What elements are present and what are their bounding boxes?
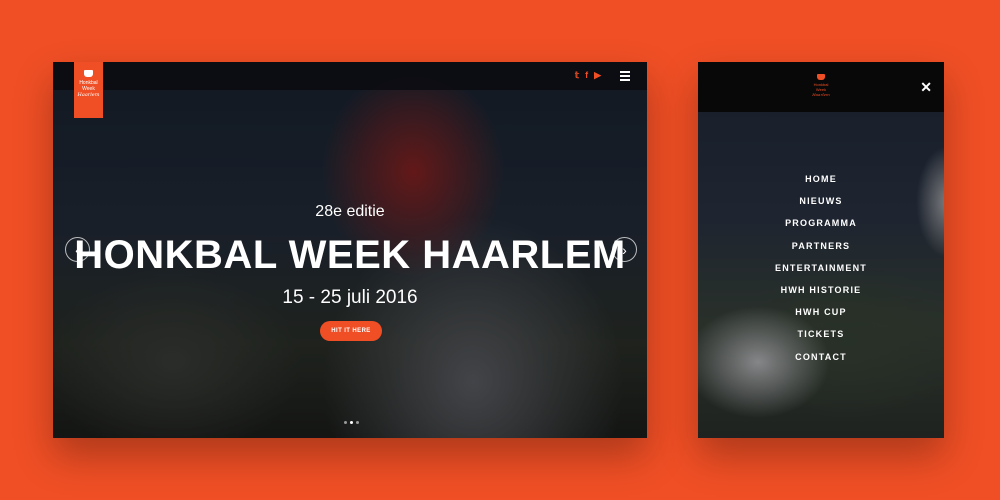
- hero-title: HONKBAL WEEK HAARLEM: [74, 233, 626, 277]
- logo-icon: [817, 74, 825, 80]
- mobile-logo[interactable]: Honkbal Week Haarlem: [808, 74, 834, 97]
- menu-bar: [620, 71, 630, 73]
- mobile-mockup: Honkbal Week Haarlem ✕ HOME NIEUWS PROGR…: [698, 62, 944, 438]
- desktop-header: [53, 62, 647, 90]
- social-links: 𝕥 f ▶: [575, 70, 601, 80]
- logo-line-3: Haarlem: [77, 92, 100, 98]
- nav-item-contact[interactable]: CONTACT: [698, 350, 944, 372]
- nav-item-nieuws[interactable]: NIEUWS: [698, 194, 944, 216]
- nav-item-hwh-cup[interactable]: HWH CUP: [698, 305, 944, 327]
- facebook-icon[interactable]: f: [585, 70, 588, 80]
- youtube-icon[interactable]: ▶: [594, 70, 601, 80]
- nav-item-home[interactable]: HOME: [698, 172, 944, 194]
- menu-bar: [620, 75, 630, 77]
- nav-item-entertainment[interactable]: ENTERTAINMENT: [698, 261, 944, 283]
- nav-item-hwh-historie[interactable]: HWH HISTORIE: [698, 283, 944, 305]
- logo-line-3: Haarlem: [812, 92, 830, 97]
- slider-dot[interactable]: [356, 421, 359, 424]
- slider-dot[interactable]: [344, 421, 347, 424]
- twitter-icon[interactable]: 𝕥: [575, 70, 579, 80]
- logo-icon: [84, 70, 93, 77]
- close-icon[interactable]: ✕: [920, 80, 932, 94]
- hamburger-menu-icon[interactable]: [620, 71, 630, 83]
- desktop-mockup: Honkbal Week Haarlem 𝕥 f ▶ 28e editie HO…: [53, 62, 647, 438]
- hero-edition: 28e editie: [315, 203, 385, 220]
- slider-next-arrow-icon[interactable]: ›: [612, 237, 637, 262]
- slider-prev-arrow-icon[interactable]: ‹: [65, 237, 90, 262]
- menu-bar: [620, 79, 630, 81]
- nav-item-partners[interactable]: PARTNERS: [698, 239, 944, 261]
- slider-dot-active[interactable]: [350, 421, 353, 424]
- nav-item-tickets[interactable]: TICKETS: [698, 327, 944, 349]
- site-logo[interactable]: Honkbal Week Haarlem: [74, 62, 103, 118]
- slider-dots: [344, 421, 359, 424]
- hero-dates: 15 - 25 juli 2016: [282, 287, 418, 308]
- nav-item-programma[interactable]: PROGRAMMA: [698, 216, 944, 238]
- mobile-nav-menu: HOME NIEUWS PROGRAMMA PARTNERS ENTERTAIN…: [698, 172, 944, 372]
- hit-it-here-button[interactable]: HIT IT HERE: [320, 321, 382, 341]
